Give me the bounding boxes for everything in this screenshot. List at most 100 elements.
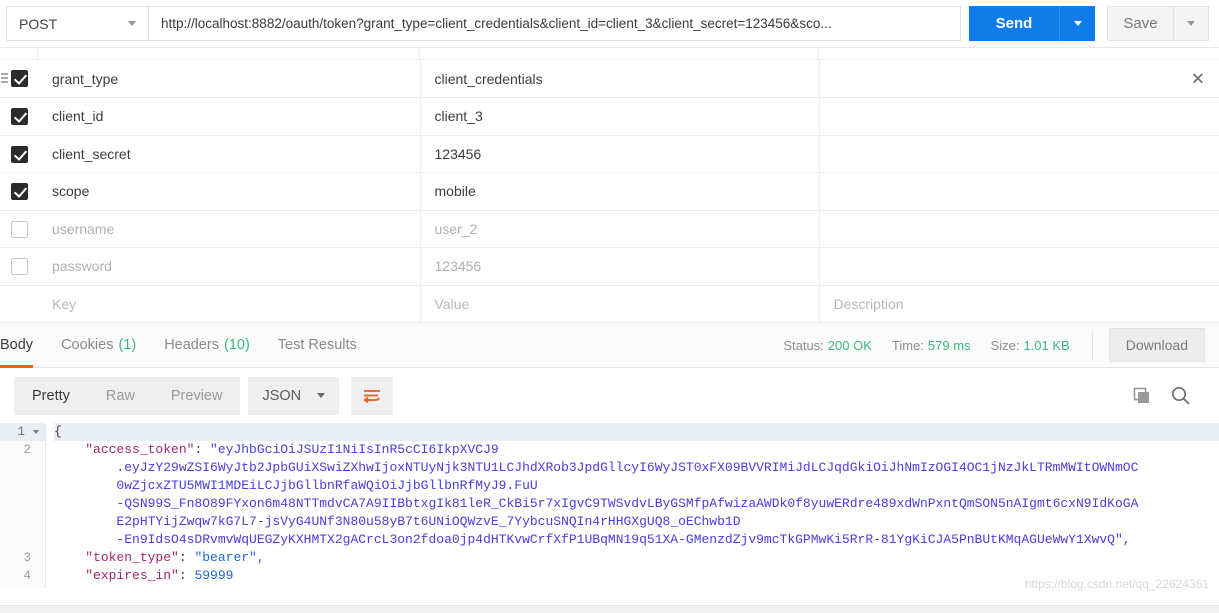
table-header-strip [0, 48, 1219, 60]
size-meta[interactable]: Size: 1.01 KB [991, 338, 1070, 353]
tab-headers-label: Headers [164, 337, 219, 353]
row-checkbox-cell [0, 210, 38, 248]
row-enabled-checkbox[interactable] [10, 108, 28, 126]
row-value[interactable]: client_credentials [420, 60, 820, 98]
language-label: JSON [262, 387, 302, 404]
table-row[interactable]: username user_2 [0, 210, 1219, 248]
word-wrap-button[interactable] [351, 376, 394, 415]
row-value[interactable]: mobile [420, 172, 820, 211]
status-label: Status: [783, 337, 824, 353]
row-description[interactable] [819, 210, 1219, 248]
code-line: { [54, 423, 1219, 441]
row-value[interactable]: user_2 [420, 210, 820, 248]
send-options-button[interactable] [1059, 6, 1095, 41]
query-params-table: grant_type client_credentials ✕ client_i… [0, 48, 1219, 323]
request-url-input[interactable]: http://localhost:8882/oauth/token?grant_… [148, 6, 961, 41]
line-number [0, 531, 45, 549]
row-enabled-checkbox[interactable] [10, 145, 28, 163]
table-row[interactable]: password 123456 [0, 247, 1219, 286]
table-row[interactable]: grant_type client_credentials ✕ [0, 60, 1219, 98]
size-label: Size: [990, 337, 1020, 353]
time-value: 579 ms [927, 337, 971, 353]
download-button[interactable]: Download [1108, 328, 1205, 362]
tab-body-label: Body [0, 337, 34, 353]
copy-button[interactable] [1132, 386, 1152, 406]
tab-cookies[interactable]: Cookies (1) [47, 323, 150, 368]
response-format-toolbar: Pretty Raw Preview JSON [0, 368, 1219, 423]
code-line: -En9IdsO4sDRvmvWqUEGZyKXHMTX2gACrcL3on2f… [54, 532, 1131, 547]
tab-cookies-count: (1) [118, 337, 137, 353]
row-key[interactable]: grant_type [38, 60, 421, 98]
postman-window: POST http://localhost:8882/oauth/token?g… [0, 0, 1219, 613]
send-button[interactable]: Send [969, 6, 1059, 41]
code-line: 0wZjcxZTU5MWI1MDEiLCJjbGllbnRfaWQiOiJjbG… [54, 478, 538, 493]
save-options-button[interactable] [1173, 6, 1209, 41]
code-line: -QSN99S_Fn8O89FYxon6m48NTTmdvCA7A9IIBbtx… [54, 496, 1139, 511]
status-meta[interactable]: Status: 200 OK [783, 338, 872, 353]
tab-headers-count: (10) [224, 337, 250, 353]
new-row-key-input[interactable]: Key [38, 285, 421, 323]
language-select[interactable]: JSON [248, 376, 340, 415]
new-row-value-input[interactable]: Value [420, 285, 820, 323]
row-description[interactable] [819, 135, 1219, 173]
line-number: 2 [23, 443, 31, 457]
drag-handle-icon[interactable] [1, 73, 8, 84]
code-line: "token_type": "bearer", [85, 550, 265, 565]
row-value[interactable]: 123456 [420, 247, 820, 286]
http-method-select[interactable]: POST [6, 6, 148, 41]
row-description[interactable] [819, 247, 1219, 286]
row-key[interactable]: password [38, 247, 421, 286]
row-description[interactable]: ✕ [819, 60, 1219, 98]
row-enabled-checkbox[interactable] [10, 220, 28, 238]
row-checkbox-cell [0, 247, 38, 286]
divider [1091, 331, 1093, 359]
table-row[interactable]: scope mobile [0, 172, 1219, 211]
code-line: "expires_in": 59999 [85, 568, 234, 583]
line-number [0, 495, 45, 513]
line-number [0, 459, 45, 477]
row-key[interactable]: scope [38, 172, 421, 211]
table-row[interactable]: client_secret 123456 [0, 135, 1219, 173]
row-checkbox-cell [0, 172, 38, 211]
format-tab-raw[interactable]: Raw [88, 377, 153, 415]
tab-test-results[interactable]: Test Results [264, 323, 371, 368]
line-number[interactable]: 1 [0, 423, 45, 441]
tab-headers[interactable]: Headers (10) [150, 323, 264, 368]
row-checkbox-cell [0, 135, 38, 173]
send-group: Send [969, 6, 1095, 41]
table-row-new[interactable]: Key Value Description [0, 285, 1219, 323]
row-enabled-checkbox[interactable] [10, 258, 28, 276]
tab-cookies-label: Cookies [61, 337, 114, 353]
time-meta[interactable]: Time: 579 ms [892, 338, 971, 353]
time-label: Time: [891, 337, 924, 353]
line-number-gutter: 1 2 3 4 [0, 423, 46, 588]
request-url-text: http://localhost:8882/oauth/token?grant_… [161, 16, 832, 31]
bottom-strip [0, 605, 1219, 613]
chevron-down-icon [1073, 21, 1082, 26]
chevron-down-icon [317, 393, 326, 398]
save-group: Save [1107, 6, 1209, 41]
header-cell-description [819, 48, 1219, 59]
row-key[interactable]: client_id [38, 97, 421, 136]
row-enabled-checkbox[interactable] [10, 183, 28, 201]
table-row[interactable]: client_id client_3 [0, 97, 1219, 136]
row-value[interactable]: 123456 [420, 135, 820, 173]
row-description[interactable] [819, 97, 1219, 136]
http-method-label: POST [19, 15, 58, 32]
close-icon[interactable]: ✕ [1191, 70, 1205, 87]
save-button[interactable]: Save [1107, 6, 1173, 41]
format-tab-preview[interactable]: Preview [153, 377, 241, 415]
new-row-description-input[interactable]: Description [819, 285, 1219, 323]
code-lines: { "access_token": "eyJhbGciOiJSUzI1NiIsI… [46, 423, 1219, 585]
row-description[interactable] [819, 172, 1219, 211]
row-key[interactable]: client_secret [38, 135, 421, 173]
format-tab-pretty[interactable]: Pretty [14, 377, 88, 415]
row-key[interactable]: username [38, 210, 421, 248]
row-checkbox-cell [0, 97, 38, 136]
tab-body[interactable]: Body [0, 323, 47, 368]
word-wrap-icon [363, 389, 381, 403]
response-body-code[interactable]: 1 2 3 4 { "access_token": "eyJhbGciOiJSU… [0, 423, 1219, 588]
search-button[interactable] [1170, 385, 1191, 406]
row-enabled-checkbox[interactable] [10, 70, 28, 88]
row-value[interactable]: client_3 [420, 97, 820, 136]
